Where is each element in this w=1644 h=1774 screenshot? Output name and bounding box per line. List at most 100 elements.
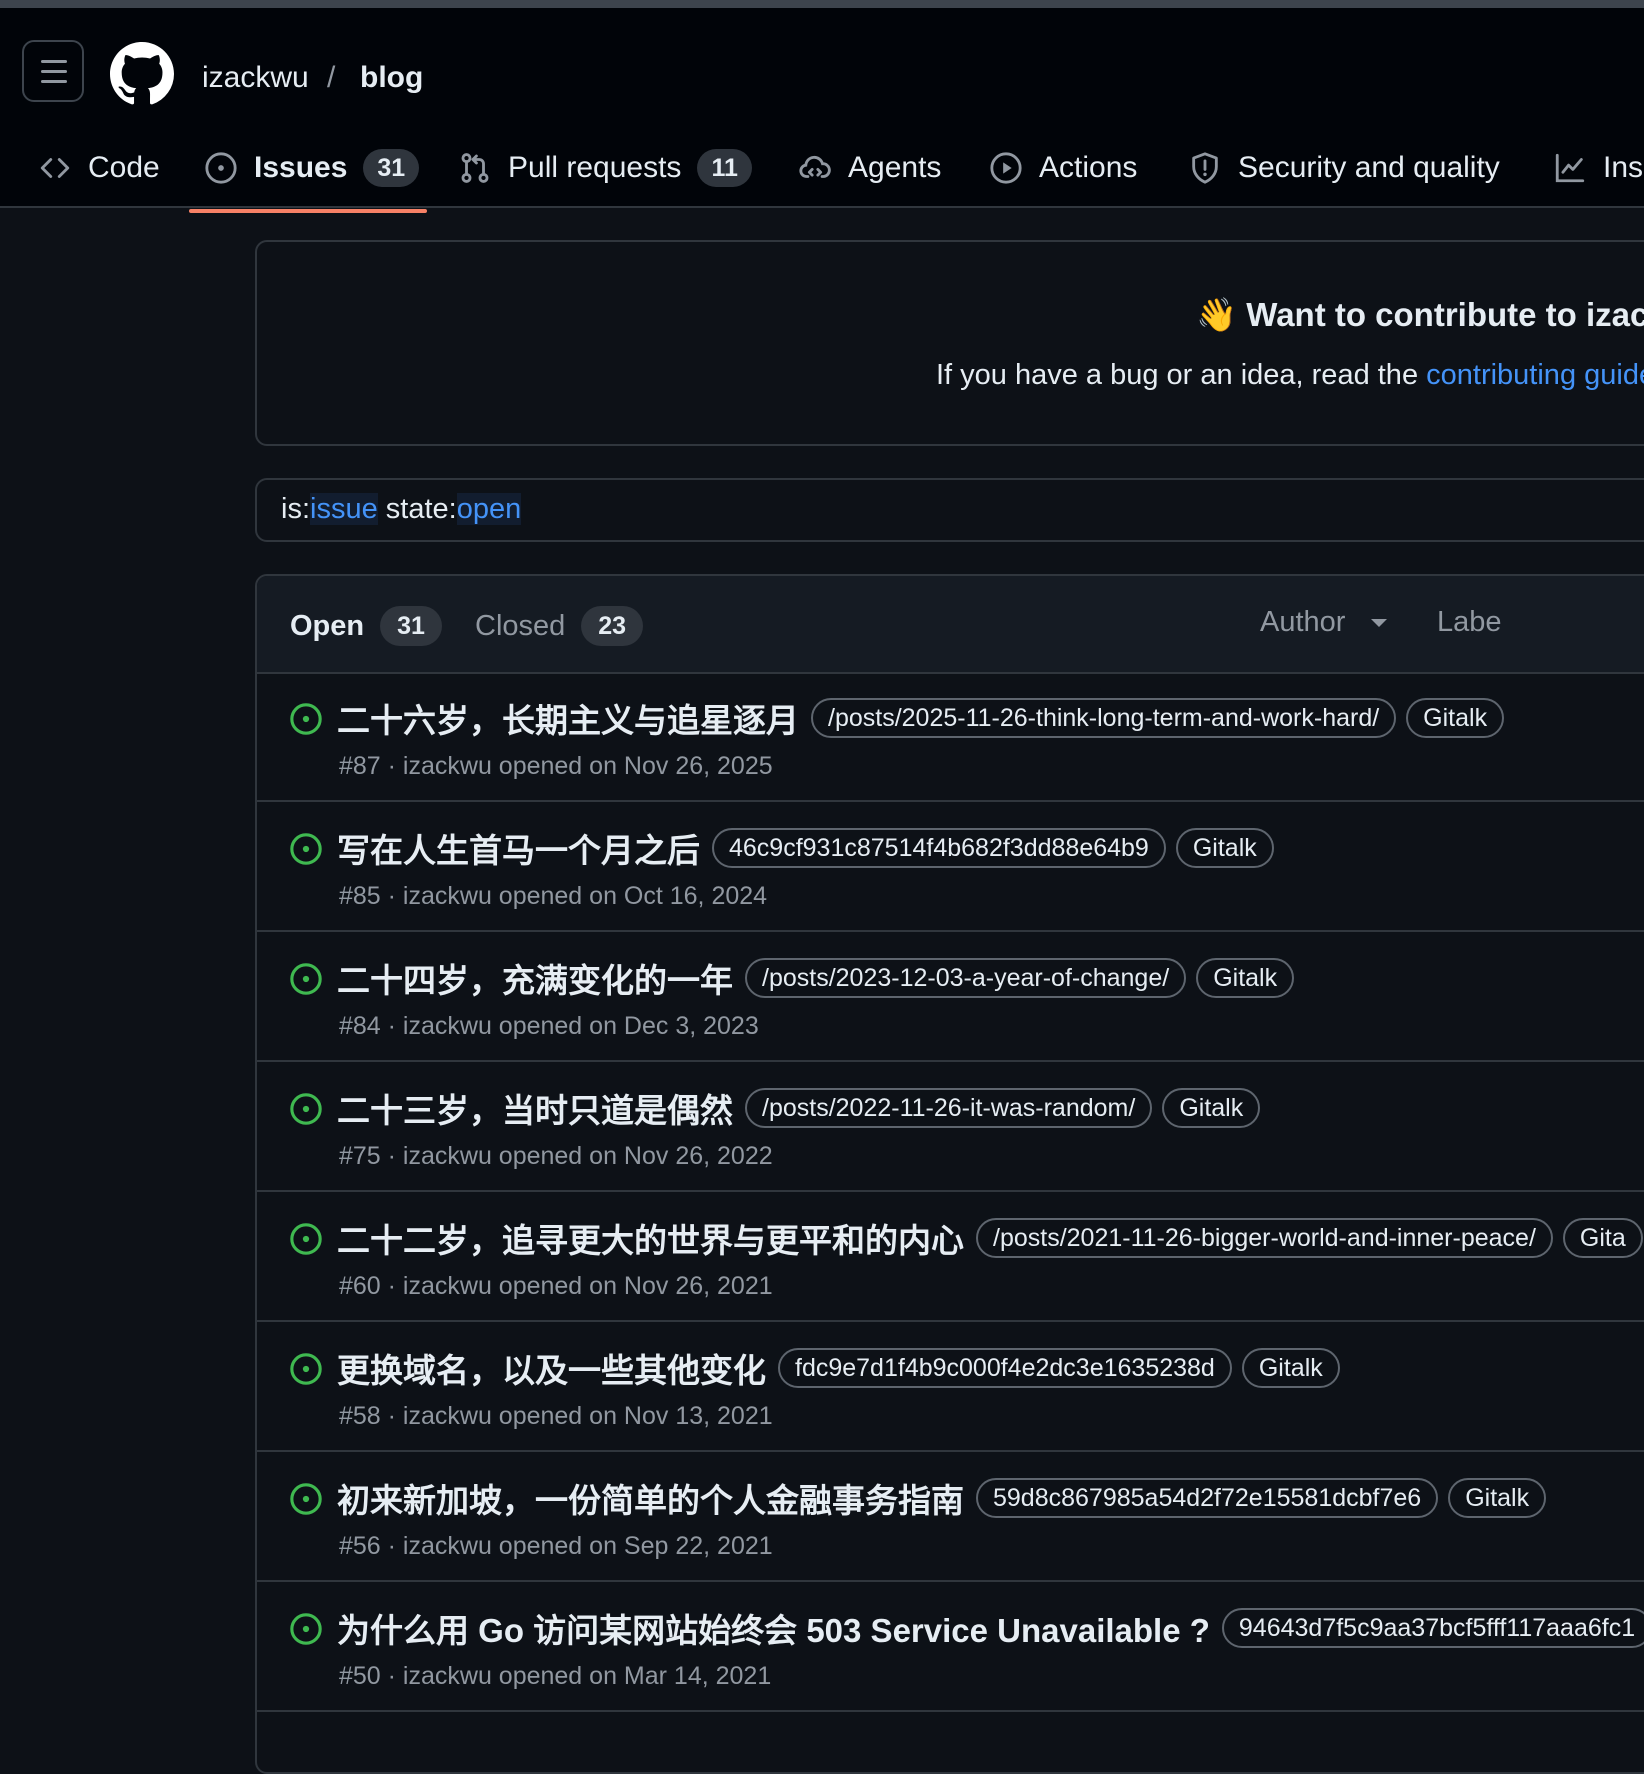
banner-text: If you have a bug or an idea, read the c… xyxy=(936,359,1644,392)
tab-issues-count: 31 xyxy=(363,149,420,187)
issue-meta: #58 · izackwu opened on Nov 13, 2021 xyxy=(339,1402,773,1430)
hamburger-icon-bar xyxy=(41,80,67,83)
tab-actions-label: Actions xyxy=(1039,151,1138,184)
banner-title: 👋 Want to contribute to izack xyxy=(1196,296,1644,335)
search-token-open: open xyxy=(456,493,522,525)
issue-row[interactable]: 二十四岁，充满变化的一年/posts/2023-12-03-a-year-of-… xyxy=(257,932,1644,1062)
issue-label[interactable]: Gitalk xyxy=(1448,1478,1547,1518)
issue-opened-icon xyxy=(290,1613,322,1645)
search-key-is: is: xyxy=(281,493,310,525)
issue-opened-icon xyxy=(290,1353,322,1385)
tab-issues-label: Issues xyxy=(254,151,348,184)
issue-title[interactable]: 二十六岁，长期主义与追星逐月 xyxy=(337,694,799,742)
tab-code[interactable]: Code xyxy=(38,144,160,192)
tab-pull-requests[interactable]: Pull requests 11 xyxy=(458,144,752,192)
issue-label[interactable]: /posts/2021-11-26-bigger-world-and-inner… xyxy=(976,1218,1553,1258)
issue-label[interactable]: Gitalk xyxy=(1162,1088,1261,1128)
issue-meta: #56 · izackwu opened on Sep 22, 2021 xyxy=(339,1532,773,1560)
tab-insights-label: Insi xyxy=(1603,151,1644,184)
issue-label[interactable]: fdc9e7d1f4b9c000f4e2dc3e1635238d xyxy=(778,1348,1232,1388)
issue-label[interactable]: 46c9cf931c87514f4b682f3dd88e64b9 xyxy=(712,828,1166,868)
breadcrumb-owner[interactable]: izackwu xyxy=(202,58,309,98)
open-issues-toggle[interactable]: Open 31 xyxy=(290,606,442,646)
issue-meta: #87 · izackwu opened on Nov 26, 2025 xyxy=(339,752,773,780)
tab-security[interactable]: Security and quality xyxy=(1188,144,1500,192)
issue-row[interactable]: 为什么用 Go 访问某网站始终会 503 Service Unavailable… xyxy=(257,1582,1644,1712)
issue-row[interactable]: 初来新加坡，一份简单的个人金融事务指南 59d8c867985a54d2f72e1… xyxy=(257,1452,1644,1582)
repo-header: izackwu / blog Code Issues 31 Pull reque… xyxy=(0,8,1644,213)
issue-label[interactable]: /posts/2022-11-26-it-was-random/ xyxy=(745,1088,1153,1128)
issue-row[interactable]: 二十六岁，长期主义与追星逐月/posts/2025-11-26-think-lo… xyxy=(257,672,1644,802)
labels-filter[interactable]: Labe xyxy=(1437,606,1502,639)
issue-label[interactable]: /posts/2023-12-03-a-year-of-change/ xyxy=(745,958,1187,998)
tab-agents-label: Agents xyxy=(848,151,942,184)
issue-title[interactable]: 更换域名，以及一些其他变化 xyxy=(337,1344,766,1392)
issue-label[interactable]: 94643d7f5c9aa37bcf5fff117aaa6fc1 xyxy=(1221,1608,1644,1648)
author-filter[interactable]: Author xyxy=(1260,606,1388,639)
github-logo-icon[interactable] xyxy=(110,42,174,106)
issue-label[interactable]: 59d8c867985a54d2f72e15581dcbf7e6 xyxy=(976,1478,1439,1518)
issue-title[interactable]: 二十二岁，追寻更大的世界与更平和的内心 xyxy=(337,1214,964,1262)
closed-count: 23 xyxy=(581,606,644,646)
issue-opened-icon xyxy=(290,1483,322,1515)
issue-meta: #85 · izackwu opened on Oct 16, 2024 xyxy=(339,882,768,910)
issue-title-line: 二十三岁，当时只道是偶然/posts/2022-11-26-it-was-ran… xyxy=(337,1084,1270,1132)
issue-meta: #75 · izackwu opened on Nov 26, 2022 xyxy=(339,1142,773,1170)
play-icon xyxy=(990,152,1022,184)
issue-label[interactable]: /posts/2025-11-26-think-long-term-and-wo… xyxy=(811,698,1397,738)
issue-title[interactable]: 二十四岁，充满变化的一年 xyxy=(337,954,733,1002)
open-label: Open xyxy=(290,609,365,642)
shield-icon xyxy=(1192,152,1218,184)
issue-opened-icon xyxy=(205,152,237,184)
issue-title-line: 写在人生首马一个月之后 46c9cf931c87514f4b682f3dd88e6… xyxy=(337,824,1284,872)
search-query: is:issue state:open xyxy=(281,493,522,526)
issue-title[interactable]: 初来新加坡，一份简单的个人金融事务指南 xyxy=(337,1474,964,1522)
issue-search-input[interactable]: is:issue state:open xyxy=(255,478,1644,542)
issue-row[interactable]: 二十三岁，当时只道是偶然/posts/2022-11-26-it-was-ran… xyxy=(257,1062,1644,1192)
issue-title-line: 二十四岁，充满变化的一年/posts/2023-12-03-a-year-of-… xyxy=(337,954,1304,1002)
tab-issues[interactable]: Issues 31 xyxy=(204,144,420,192)
tab-security-label: Security and quality xyxy=(1238,151,1500,184)
labels-filter-label: Labe xyxy=(1437,606,1502,638)
issue-label[interactable]: Gitalk xyxy=(1406,698,1505,738)
graph-icon xyxy=(1555,153,1585,183)
breadcrumb-repo[interactable]: blog xyxy=(360,58,423,98)
search-key-state: state: xyxy=(377,493,457,525)
issue-meta: #60 · izackwu opened on Nov 26, 2021 xyxy=(339,1272,773,1300)
search-token-issue: issue xyxy=(310,493,378,525)
tab-agents[interactable]: Agents xyxy=(798,144,941,192)
git-pull-request-icon xyxy=(461,153,489,183)
issue-label[interactable]: Gitalk xyxy=(1175,828,1274,868)
issue-title[interactable]: 写在人生首马一个月之后 xyxy=(337,824,700,872)
hamburger-icon xyxy=(41,60,67,63)
issue-row[interactable]: 二十二岁，追寻更大的世界与更平和的内心/posts/2021-11-26-big… xyxy=(257,1192,1644,1322)
issue-title-line: 为什么用 Go 访问某网站始终会 503 Service Unavailable… xyxy=(337,1604,1644,1652)
wave-emoji-icon: 👋 xyxy=(1196,296,1238,333)
issue-title-line: 二十二岁，追寻更大的世界与更平和的内心/posts/2021-11-26-big… xyxy=(337,1214,1644,1262)
issue-meta: #84 · izackwu opened on Dec 3, 2023 xyxy=(339,1012,759,1040)
menu-button[interactable] xyxy=(22,40,84,102)
author-filter-label: Author xyxy=(1260,606,1346,638)
tab-code-label: Code xyxy=(88,151,160,184)
closed-issues-toggle[interactable]: Closed 23 xyxy=(475,606,644,646)
issue-label[interactable]: Gitalk xyxy=(1241,1348,1340,1388)
issue-opened-icon xyxy=(290,833,322,865)
tab-actions[interactable]: Actions xyxy=(989,144,1137,192)
tab-insights[interactable]: Insi xyxy=(1553,144,1644,192)
breadcrumb-separator: / xyxy=(327,61,336,94)
agent-icon xyxy=(799,155,831,178)
open-count: 31 xyxy=(380,606,442,646)
issue-meta: #50 · izackwu opened on Mar 14, 2021 xyxy=(339,1662,772,1690)
issue-row[interactable]: 写在人生首马一个月之后 46c9cf931c87514f4b682f3dd88e6… xyxy=(257,802,1644,932)
issue-row[interactable]: 更换域名，以及一些其他变化 fdc9e7d1f4b9c000f4e2dc3e163… xyxy=(257,1322,1644,1452)
issue-title[interactable]: 为什么用 Go 访问某网站始终会 503 Service Unavailable… xyxy=(337,1604,1210,1652)
issue-label[interactable]: Gitalk xyxy=(1196,958,1295,998)
issue-title-line: 更换域名，以及一些其他变化 fdc9e7d1f4b9c000f4e2dc3e163… xyxy=(337,1344,1350,1392)
issue-opened-icon xyxy=(290,1223,322,1255)
issue-title[interactable]: 二十三岁，当时只道是偶然 xyxy=(337,1084,733,1132)
issue-label[interactable]: Gita xyxy=(1562,1218,1643,1258)
contributing-guide-link[interactable]: contributing guide xyxy=(1426,359,1644,391)
contribute-banner: 👋 Want to contribute to izack If you hav… xyxy=(255,240,1644,446)
code-icon xyxy=(40,158,70,178)
issue-title-line: 初来新加坡，一份简单的个人金融事务指南 59d8c867985a54d2f72e1… xyxy=(337,1474,1556,1522)
